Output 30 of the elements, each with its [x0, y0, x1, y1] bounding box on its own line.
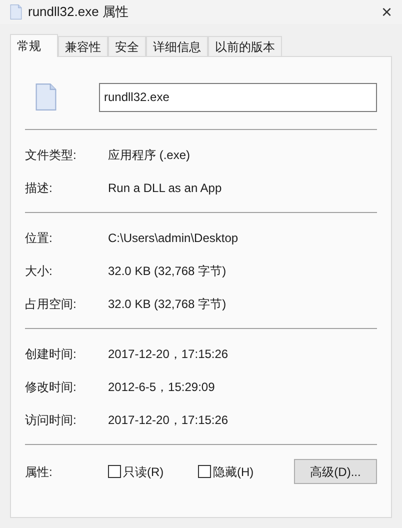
field-value: 32.0 KB (32,768 字节)	[108, 296, 226, 312]
field-label: 大小:	[25, 262, 54, 280]
advanced-button[interactable]: 高级(D)...	[294, 459, 377, 484]
window-title: rundll32.exe 属性	[28, 3, 128, 22]
checkbox[interactable]: 只读(R)	[108, 462, 198, 480]
field-value: 2012-6-5，15:29:09	[108, 378, 215, 396]
file-name-field[interactable]: rundll32.exe	[99, 82, 377, 112]
tab[interactable]: 安全	[108, 36, 146, 56]
field-value: 应用程序 (.exe)	[108, 146, 190, 164]
tab[interactable]: 常规	[10, 34, 58, 57]
file-icon	[35, 83, 57, 111]
file-icon	[10, 4, 22, 20]
field-label: 位置:	[25, 230, 54, 246]
field-value: Run a DLL as an App	[108, 180, 222, 196]
field-label: 访问时间:	[25, 412, 78, 428]
field-value: 32.0 KB (32,768 字节)	[108, 262, 226, 280]
field-label: 创建时间:	[25, 346, 78, 362]
field-value: 2017-12-20，17:15:26	[108, 412, 228, 428]
field-label: 描述:	[25, 180, 54, 196]
field-value: C:\Users\admin\Desktop	[108, 230, 238, 246]
field-label: 属性:	[25, 464, 54, 480]
field-label: 占用空间:	[25, 296, 78, 312]
checkbox[interactable]: 隐藏(H)	[198, 462, 288, 480]
tab[interactable]: 兼容性	[58, 36, 108, 56]
field-label: 文件类型:	[25, 146, 78, 164]
close-button[interactable]: ×	[381, 3, 392, 21]
field-value: 2017-12-20，17:15:26	[108, 346, 228, 362]
tab[interactable]: 以前的版本	[208, 36, 282, 56]
tab[interactable]: 详细信息	[146, 36, 208, 56]
field-label: 修改时间:	[25, 378, 78, 396]
